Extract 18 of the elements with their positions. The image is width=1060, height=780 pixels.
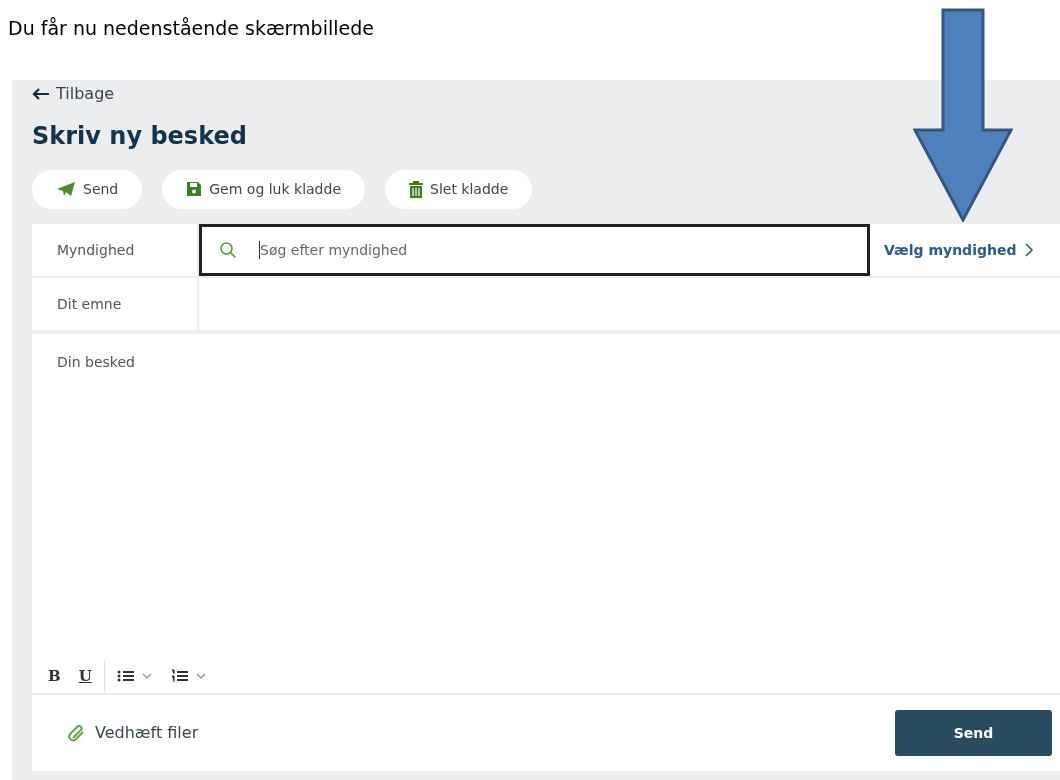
choose-authority-link[interactable]: Vælg myndighed: [870, 223, 1035, 276]
page-title: Skriv ny besked: [32, 121, 248, 150]
back-link[interactable]: Tilbage: [32, 84, 115, 103]
bold-button[interactable]: B: [42, 664, 67, 687]
trash-action-button[interactable]: Slet kladde: [385, 169, 533, 209]
chevron-right-icon: [1024, 242, 1035, 257]
send-action-button[interactable]: Send: [32, 169, 143, 209]
left-arrow-icon: [32, 87, 50, 100]
caption: Du får nu nedenstående skærmbillede: [8, 17, 374, 39]
underline-button[interactable]: U: [72, 664, 98, 687]
message-field[interactable]: Din besked: [32, 333, 1060, 659]
save-action-button[interactable]: Gem og luk kladde: [162, 169, 365, 209]
trash-icon: [409, 180, 423, 198]
paperclip-icon: [67, 722, 87, 743]
send-button[interactable]: Send: [895, 709, 1052, 756]
search-field[interactable]: Søg efter myndighed: [199, 223, 870, 276]
attach-files-link[interactable]: Vedhæft filer: [67, 722, 199, 743]
paper-plane-icon: [56, 181, 76, 197]
